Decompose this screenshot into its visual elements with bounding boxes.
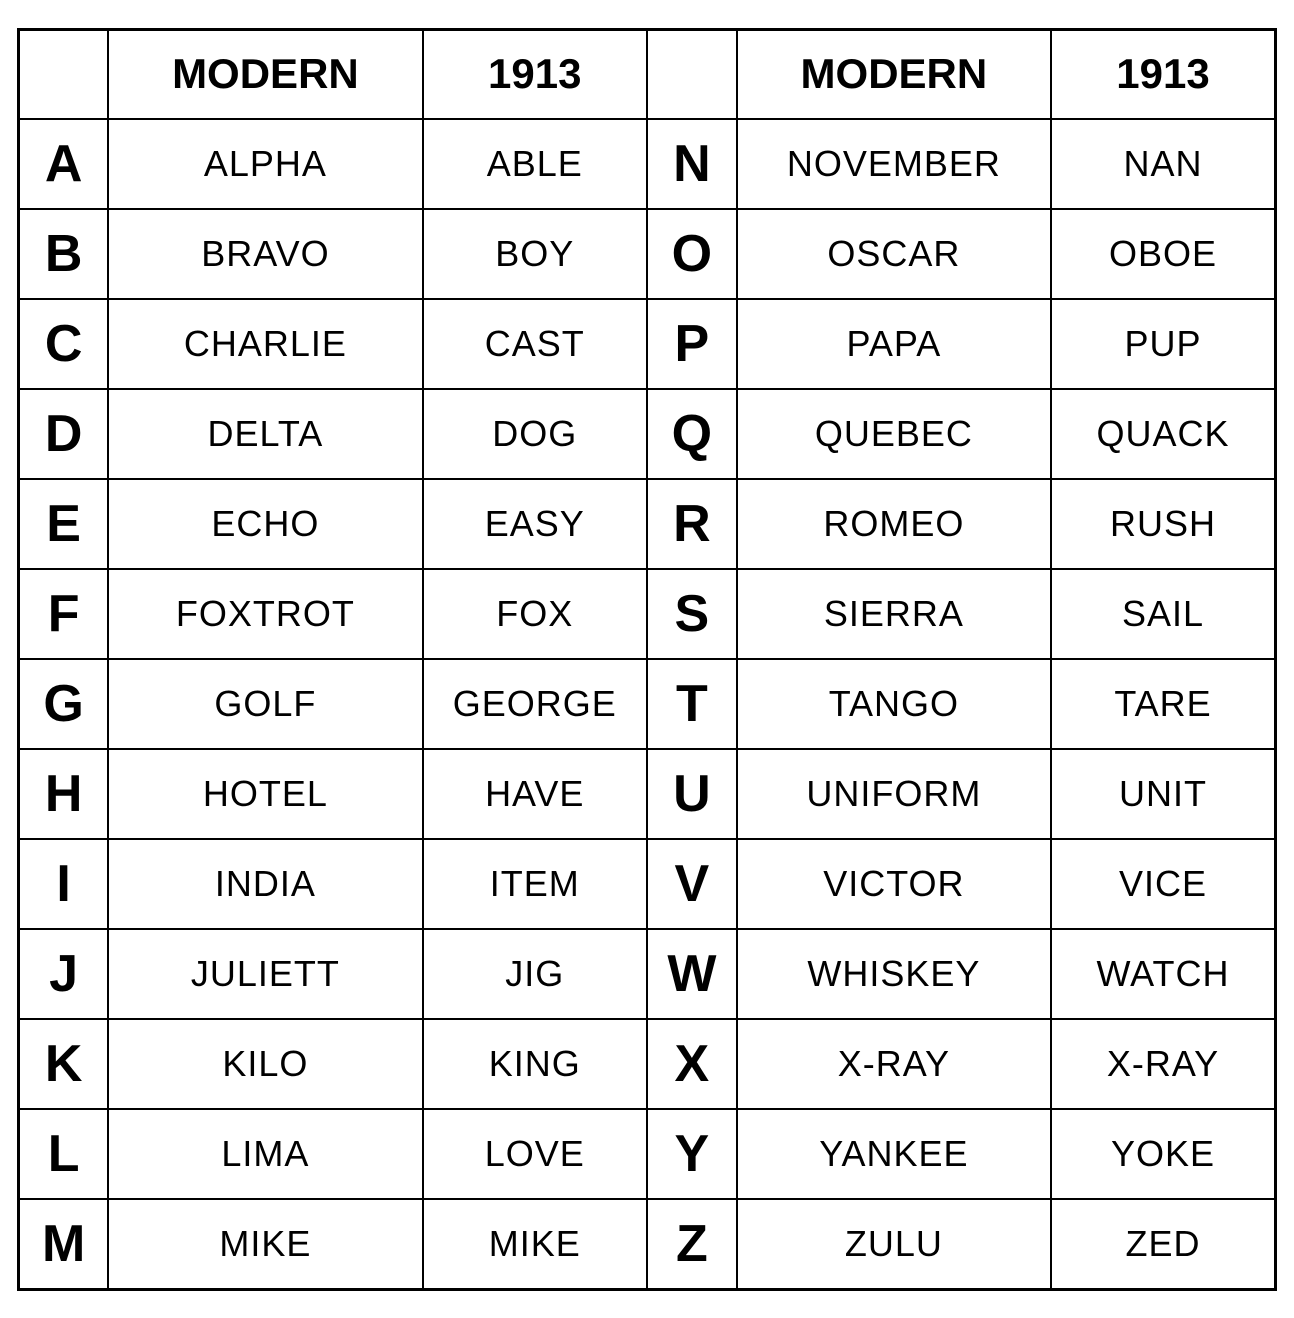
letter-cell-right: S [647, 569, 737, 659]
letter-cell-left: F [19, 569, 109, 659]
year-cell-left: MIKE [423, 1199, 647, 1289]
table-row: LLIMALOVEYYANKEEYOKE [19, 1109, 1276, 1199]
letter-cell-right: X [647, 1019, 737, 1109]
letter-cell-right: R [647, 479, 737, 569]
header-year-1: 1913 [423, 29, 647, 119]
letter-cell-right: N [647, 119, 737, 209]
year-cell-left: BOY [423, 209, 647, 299]
phonetic-alphabet-table: MODERN 1913 MODERN 1913 AALPHAABLENNOVEM… [17, 28, 1277, 1291]
modern-cell-left: ALPHA [108, 119, 422, 209]
letter-cell-left: M [19, 1199, 109, 1289]
year-cell-left: HAVE [423, 749, 647, 839]
year-cell-left: ABLE [423, 119, 647, 209]
table-row: DDELTADOGQQUEBECQUACK [19, 389, 1276, 479]
header-year-2: 1913 [1051, 29, 1275, 119]
year-cell-left: DOG [423, 389, 647, 479]
modern-cell-left: MIKE [108, 1199, 422, 1289]
modern-cell-right: WHISKEY [737, 929, 1051, 1019]
letter-cell-right: Z [647, 1199, 737, 1289]
header-modern-2: MODERN [737, 29, 1051, 119]
table-row: JJULIETTJIGWWHISKEYWATCH [19, 929, 1276, 1019]
year-cell-right: PUP [1051, 299, 1275, 389]
table-row: BBRAVOBOYOOSCAROBOE [19, 209, 1276, 299]
table-row: EECHOEASYRROMEORUSH [19, 479, 1276, 569]
modern-cell-right: ZULU [737, 1199, 1051, 1289]
letter-cell-left: C [19, 299, 109, 389]
header-empty-2 [647, 29, 737, 119]
table-row: IINDIAITEMVVICTORVICE [19, 839, 1276, 929]
modern-cell-right: NOVEMBER [737, 119, 1051, 209]
year-cell-left: JIG [423, 929, 647, 1019]
table-row: KKILOKINGXX-RAYX-RAY [19, 1019, 1276, 1109]
year-cell-right: RUSH [1051, 479, 1275, 569]
letter-cell-left: G [19, 659, 109, 749]
year-cell-right: UNIT [1051, 749, 1275, 839]
year-cell-right: TARE [1051, 659, 1275, 749]
modern-cell-right: VICTOR [737, 839, 1051, 929]
modern-cell-left: DELTA [108, 389, 422, 479]
modern-cell-right: OSCAR [737, 209, 1051, 299]
letter-cell-left: E [19, 479, 109, 569]
modern-cell-left: KILO [108, 1019, 422, 1109]
modern-cell-left: ECHO [108, 479, 422, 569]
letter-cell-right: W [647, 929, 737, 1019]
letter-cell-right: U [647, 749, 737, 839]
year-cell-right: X-RAY [1051, 1019, 1275, 1109]
year-cell-right: ZED [1051, 1199, 1275, 1289]
letter-cell-right: Q [647, 389, 737, 479]
year-cell-right: QUACK [1051, 389, 1275, 479]
table-row: AALPHAABLENNOVEMBERNAN [19, 119, 1276, 209]
year-cell-right: WATCH [1051, 929, 1275, 1019]
year-cell-left: EASY [423, 479, 647, 569]
letter-cell-right: P [647, 299, 737, 389]
modern-cell-right: PAPA [737, 299, 1051, 389]
modern-cell-left: HOTEL [108, 749, 422, 839]
letter-cell-left: K [19, 1019, 109, 1109]
modern-cell-left: CHARLIE [108, 299, 422, 389]
year-cell-right: SAIL [1051, 569, 1275, 659]
modern-cell-right: UNIFORM [737, 749, 1051, 839]
modern-cell-left: BRAVO [108, 209, 422, 299]
table-row: CCHARLIECASTPPAPAPUP [19, 299, 1276, 389]
modern-cell-left: INDIA [108, 839, 422, 929]
modern-cell-right: QUEBEC [737, 389, 1051, 479]
table-row: GGOLFGEORGETTANGOTARE [19, 659, 1276, 749]
letter-cell-right: V [647, 839, 737, 929]
modern-cell-right: YANKEE [737, 1109, 1051, 1199]
table-row: MMIKEMIKEZZULUZED [19, 1199, 1276, 1289]
letter-cell-left: D [19, 389, 109, 479]
letter-cell-left: J [19, 929, 109, 1019]
table-row: HHOTELHAVEUUNIFORMUNIT [19, 749, 1276, 839]
modern-cell-left: LIMA [108, 1109, 422, 1199]
letter-cell-right: T [647, 659, 737, 749]
year-cell-left: GEORGE [423, 659, 647, 749]
letter-cell-left: L [19, 1109, 109, 1199]
year-cell-left: FOX [423, 569, 647, 659]
modern-cell-left: FOXTROT [108, 569, 422, 659]
letter-cell-right: Y [647, 1109, 737, 1199]
year-cell-right: YOKE [1051, 1109, 1275, 1199]
year-cell-left: LOVE [423, 1109, 647, 1199]
year-cell-left: CAST [423, 299, 647, 389]
letter-cell-right: O [647, 209, 737, 299]
year-cell-right: OBOE [1051, 209, 1275, 299]
modern-cell-right: ROMEO [737, 479, 1051, 569]
modern-cell-left: GOLF [108, 659, 422, 749]
header-empty-1 [19, 29, 109, 119]
modern-cell-right: SIERRA [737, 569, 1051, 659]
year-cell-right: NAN [1051, 119, 1275, 209]
table-row: FFOXTROTFOXSSIERRASAIL [19, 569, 1276, 659]
year-cell-left: ITEM [423, 839, 647, 929]
header-modern-1: MODERN [108, 29, 422, 119]
modern-cell-right: TANGO [737, 659, 1051, 749]
letter-cell-left: B [19, 209, 109, 299]
modern-cell-right: X-RAY [737, 1019, 1051, 1109]
letter-cell-left: H [19, 749, 109, 839]
year-cell-left: KING [423, 1019, 647, 1109]
letter-cell-left: A [19, 119, 109, 209]
letter-cell-left: I [19, 839, 109, 929]
modern-cell-left: JULIETT [108, 929, 422, 1019]
year-cell-right: VICE [1051, 839, 1275, 929]
